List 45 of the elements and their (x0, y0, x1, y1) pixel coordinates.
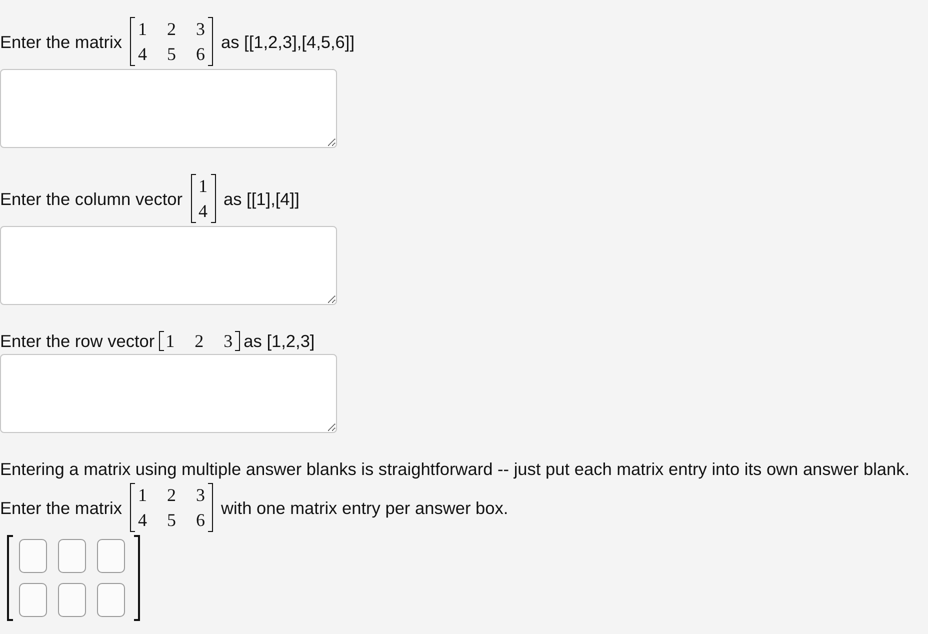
answer-blank[interactable] (19, 539, 47, 573)
answer-blank[interactable] (97, 539, 125, 573)
format-hint: as [[1,2,3],[4,5,6]] (220, 32, 355, 52)
answer-blank[interactable] (97, 583, 125, 617)
matrix-entry: 1 (138, 484, 147, 507)
question-prompt: Enter the column vector (0, 188, 182, 208)
question-prompt: Enter the row vector (0, 331, 155, 351)
left-bracket-icon (190, 174, 196, 223)
question-prompt: Enter the matrix (0, 498, 122, 518)
matrix-entry: 3 (224, 331, 233, 351)
right-bracket-icon (210, 174, 216, 223)
format-hint: as [[1],[4]] (224, 188, 300, 208)
matrix-entry: 6 (196, 508, 205, 532)
right-bracket-icon (208, 483, 213, 532)
matrix-entry: 5 (166, 508, 176, 532)
matrix-entry: 3 (196, 18, 205, 41)
left-bracket-icon (158, 331, 164, 351)
matrix-entry: 2 (166, 484, 176, 507)
matrix-entry: 4 (198, 200, 208, 222)
matrix-entry: 3 (196, 484, 205, 507)
answer-blank[interactable] (58, 539, 86, 573)
format-hint: with one matrix entry per answer box. (220, 498, 508, 518)
left-bracket-icon (130, 483, 135, 532)
matrix-entry: 1 (166, 331, 175, 351)
right-bracket-icon (234, 331, 240, 351)
answer-box[interactable] (0, 354, 337, 433)
answer-blank[interactable] (58, 583, 86, 617)
matrix-entry: 2 (194, 331, 204, 351)
instruction-text: Entering a matrix using multiple answer blanks is straightforward -- just put each matrix entry into its own answer blank. (0, 459, 911, 479)
answer-blank[interactable] (19, 583, 47, 617)
left-bracket-icon (130, 17, 135, 66)
matrix-entry: 1 (198, 175, 208, 198)
matrix-entry: 4 (138, 508, 147, 532)
right-bracket-icon (134, 535, 140, 621)
right-bracket-icon (208, 17, 213, 66)
matrix-entry: 4 (138, 42, 147, 66)
question-prompt: Enter the matrix (0, 32, 122, 52)
answer-box[interactable] (0, 69, 337, 148)
matrix-entry: 5 (166, 42, 176, 66)
format-hint: as [1,2,3] (244, 331, 315, 351)
left-bracket-icon (7, 535, 13, 621)
matrix-entry: 2 (166, 18, 176, 41)
matrix-entry: 1 (138, 18, 147, 41)
answer-box[interactable] (0, 226, 337, 305)
matrix-entry: 6 (196, 42, 205, 66)
